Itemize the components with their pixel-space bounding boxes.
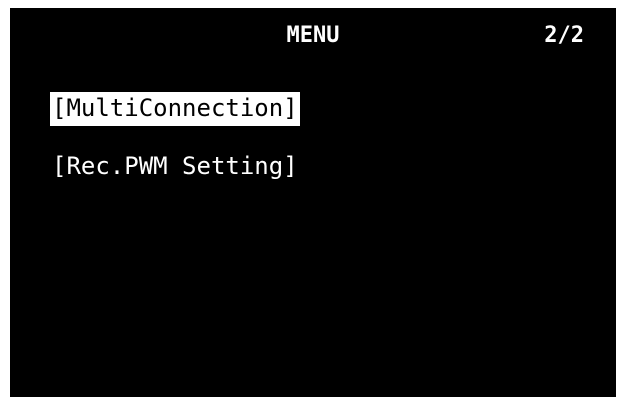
- device-screen: MENU 2/2 [MultiConnection] [Rec.PWM Sett…: [10, 8, 616, 397]
- menu-item-label: Rec.PWM Setting: [66, 152, 284, 180]
- menu-item-rec-pwm-setting[interactable]: [Rec.PWM Setting]: [50, 150, 300, 184]
- open-bracket: [: [52, 152, 67, 180]
- menu-title: MENU: [286, 23, 340, 48]
- menu-item-multiconnection[interactable]: [MultiConnection]: [50, 92, 300, 126]
- menu-list: [MultiConnection] [Rec.PWM Setting]: [50, 92, 300, 208]
- close-bracket: ]: [283, 152, 298, 180]
- menu-item-label: MultiConnection: [66, 94, 284, 122]
- close-bracket: ]: [283, 94, 298, 122]
- open-bracket: [: [52, 94, 67, 122]
- page-indicator: 2/2: [544, 23, 584, 48]
